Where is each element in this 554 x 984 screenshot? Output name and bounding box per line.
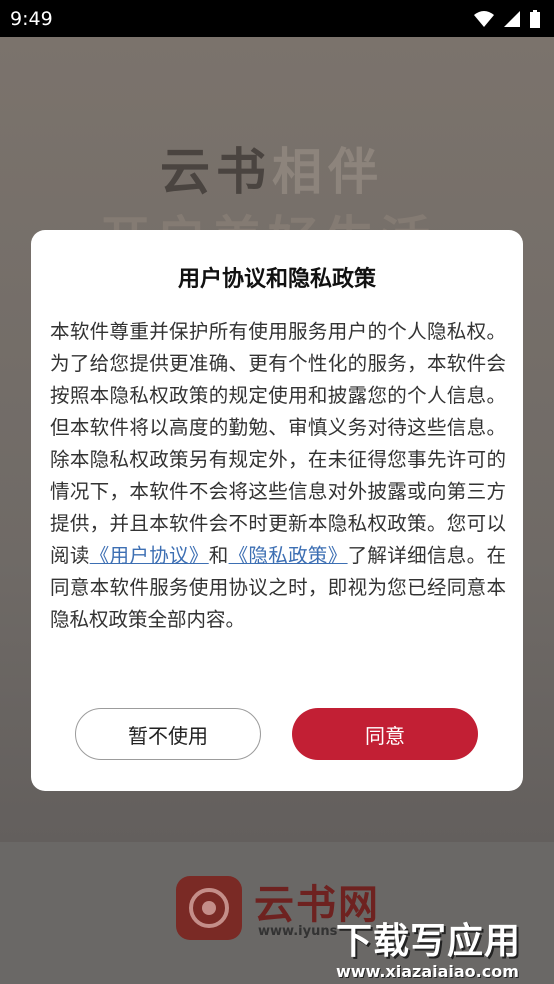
watermark: 下载写应用 www.xiazaiaiao.com: [336, 912, 550, 982]
user-agreement-link[interactable]: 《用户协议》: [90, 544, 209, 567]
splash-title-dark: 云书: [160, 143, 272, 201]
status-bar: 9:49: [0, 0, 554, 37]
status-icons: [474, 9, 540, 28]
battery-icon: [530, 9, 540, 28]
watermark-url: www.xiazaiaiao.com: [336, 962, 519, 981]
app-logo-url: www.iyuns: [258, 924, 338, 939]
decline-button[interactable]: 暂不使用: [75, 708, 261, 760]
agree-button[interactable]: 同意: [292, 708, 478, 760]
status-time: 9:49: [10, 7, 53, 30]
splash-title-light: 相伴: [272, 143, 384, 201]
privacy-dialog: 用户协议和隐私政策 本软件尊重并保护所有使用服务用户的个人隐私权。为了给您提供更…: [31, 230, 523, 791]
dialog-body-and: 和: [208, 544, 229, 567]
splash-title: 云书相伴: [160, 132, 384, 204]
dialog-body-part1: 本软件尊重并保护所有使用服务用户的个人隐私权。为了给您提供更准确、更有个性化的服…: [50, 320, 506, 567]
privacy-policy-link[interactable]: 《隐私政策》: [229, 544, 348, 567]
cellular-signal-icon: [504, 10, 520, 27]
dialog-title: 用户协议和隐私政策: [177, 267, 376, 292]
dialog-body: 本软件尊重并保护所有使用服务用户的个人隐私权。为了给您提供更准确、更有个性化的服…: [50, 316, 506, 636]
wifi-icon: [474, 10, 494, 27]
watermark-main: 下载写应用: [336, 921, 522, 962]
app-logo-icon: [176, 876, 242, 940]
